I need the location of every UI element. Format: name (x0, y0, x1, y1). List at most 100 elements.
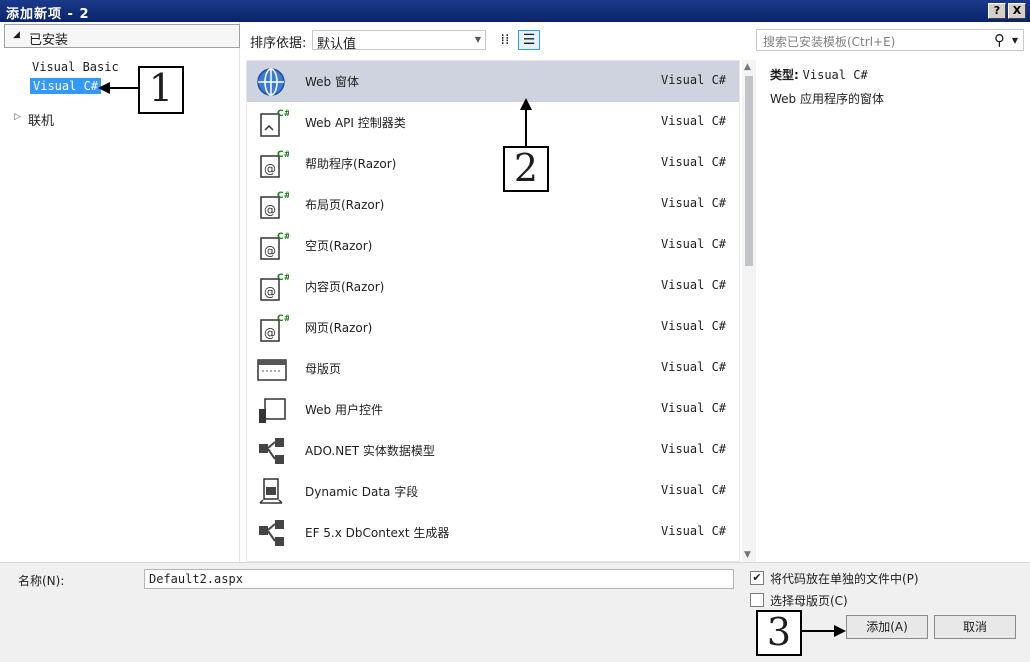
collapse-triangle-icon[interactable]: ▷ (14, 112, 21, 122)
template-row[interactable]: @C# 内容页(Razor) Visual C# (247, 266, 739, 307)
entity-model-icon (255, 434, 289, 468)
sort-label: 排序依据: (250, 36, 307, 51)
search-placeholder: 搜索已安装模板(Ctrl+E) (763, 35, 896, 49)
scroll-thumb[interactable] (745, 76, 753, 266)
template-language: Visual C# (661, 237, 727, 251)
bottom-bar: 名称(N): Default2.aspx ✔ 将代码放在单独的文件中(P) 选择… (0, 562, 1030, 662)
callout-2: 2 (503, 146, 549, 192)
template-row[interactable]: @C# 网页(Razor) Visual C# (247, 307, 739, 348)
template-name: Web 窗体 (305, 75, 359, 89)
webapi-controller-icon: C# (255, 106, 291, 140)
tree-item-online[interactable]: 联机 (28, 110, 54, 129)
template-language: Visual C# (661, 114, 727, 128)
callout-1: 1 (138, 66, 184, 114)
sort-dropdown[interactable]: 默认值 ▼ (312, 30, 486, 52)
template-row[interactable]: 母版页 Visual C# (247, 348, 739, 389)
template-row[interactable]: @C# 空页(Razor) Visual C# (247, 225, 739, 266)
razor-page-icon: @C# (255, 270, 291, 304)
template-language: Visual C# (661, 155, 727, 169)
scroll-down-icon[interactable]: ▼ (744, 550, 751, 560)
template-name: 布局页(Razor) (305, 198, 385, 212)
grid-view-icon[interactable]: ⁞⁞ (494, 30, 516, 50)
razor-page-icon: @C# (255, 311, 291, 345)
template-language: Visual C# (661, 278, 727, 292)
master-page-icon (255, 352, 289, 386)
template-language: Visual C# (661, 442, 727, 456)
template-row[interactable]: @C# 布局页(Razor) Visual C# (247, 184, 739, 225)
svg-text:C#: C# (277, 191, 289, 201)
callout-3: 3 (756, 610, 802, 656)
template-name: 帮助程序(Razor) (305, 157, 397, 171)
name-field[interactable]: Default2.aspx (144, 569, 734, 589)
master-page-checkbox[interactable] (750, 593, 764, 607)
checkmark-icon: ✔ (752, 571, 762, 584)
search-icon[interactable]: ⚲ (994, 31, 1005, 49)
globe-icon (255, 65, 289, 99)
razor-page-icon: @C# (255, 147, 291, 181)
name-label: 名称(N): (18, 574, 65, 588)
tree-item-visual-csharp[interactable]: Visual C# (30, 78, 102, 94)
list-view-icon[interactable]: ☰ (518, 30, 540, 50)
template-language: Visual C# (661, 401, 727, 415)
svg-text:@: @ (264, 326, 276, 340)
dynamic-data-icon (255, 475, 289, 509)
template-language: Visual C# (661, 483, 727, 497)
search-input[interactable]: 搜索已安装模板(Ctrl+E) ⚲ ▼ (756, 29, 1024, 51)
entity-model-icon (255, 516, 289, 550)
svg-text:C#: C# (277, 109, 289, 119)
template-row[interactable]: ADO.NET 实体数据模型 Visual C# (247, 430, 739, 471)
search-dropdown-icon[interactable]: ▼ (1012, 36, 1018, 45)
installed-header[interactable]: ◢ 已安装 (4, 24, 240, 48)
detail-panel: 类型: Visual C# Web 应用程序的窗体 (760, 60, 1026, 560)
template-name: 母版页 (305, 362, 342, 376)
template-list: Web 窗体Visual C#C#Web API 控制器类Visual C#@C… (246, 60, 740, 562)
template-name: Web API 控制器类 (305, 116, 406, 130)
template-name: Web 用户控件 (305, 403, 383, 417)
template-row[interactable]: Web 窗体 Visual C# (247, 61, 739, 102)
detail-description: Web 应用程序的窗体 (770, 92, 884, 106)
expand-triangle-icon: ◢ (13, 30, 20, 40)
window-title: 添加新项 - 2 (6, 7, 90, 22)
template-row[interactable]: EF 5.x DbContext 生成器 Visual C# (247, 512, 739, 553)
dropdown-arrow-icon: ▼ (474, 35, 481, 44)
template-language: Visual C# (661, 360, 727, 374)
svg-text:C#: C# (277, 273, 289, 283)
scroll-up-icon[interactable]: ▲ (744, 62, 751, 72)
template-name: 网页(Razor) (305, 321, 373, 335)
detail-type-label: 类型: (770, 68, 799, 82)
template-language: Visual C# (661, 319, 727, 333)
svg-text:C#: C# (277, 150, 289, 160)
template-name: 空页(Razor) (305, 239, 373, 253)
template-name: ADO.NET 实体数据模型 (305, 444, 435, 458)
add-button[interactable]: 添加(A) (846, 615, 928, 639)
user-control-icon (255, 393, 289, 427)
detail-type-value: Visual C# (802, 68, 868, 82)
svg-text:@: @ (264, 162, 276, 176)
separate-file-label: 将代码放在单独的文件中(P) (770, 572, 919, 586)
separate-file-checkbox[interactable]: ✔ (750, 571, 764, 585)
template-language: Visual C# (661, 196, 727, 210)
cancel-button[interactable]: 取消 (934, 615, 1016, 639)
close-button[interactable]: X (1008, 3, 1026, 19)
svg-text:C#: C# (277, 232, 289, 242)
installed-label: 已安装 (29, 33, 69, 48)
category-panel: ◢ 已安装 Visual Basic Visual C# ▷ 联机 (0, 22, 240, 562)
help-button[interactable]: ? (988, 3, 1006, 19)
title-bar: 添加新项 - 2 ? X (0, 0, 1030, 22)
template-row[interactable]: C# Web API 控制器类 Visual C# (247, 102, 739, 143)
svg-text:@: @ (264, 203, 276, 217)
razor-page-icon: @C# (255, 229, 291, 263)
template-row[interactable]: @C# 帮助程序(Razor) Visual C# (247, 143, 739, 184)
tree-item-visual-basic[interactable]: Visual Basic (32, 60, 119, 74)
razor-page-icon: @C# (255, 188, 291, 222)
svg-text:C#: C# (277, 314, 289, 324)
list-scrollbar[interactable]: ▲ ▼ (742, 60, 756, 562)
sort-value: 默认值 (317, 37, 357, 52)
template-name: Dynamic Data 字段 (305, 485, 419, 499)
svg-text:@: @ (264, 244, 276, 258)
template-row[interactable]: Web 用户控件 Visual C# (247, 389, 739, 430)
template-language: Visual C# (661, 73, 727, 87)
toolbar: 排序依据: 默认值 ▼ ⁞⁞ ☰ (244, 28, 744, 52)
svg-text:@: @ (264, 285, 276, 299)
template-row[interactable]: Dynamic Data 字段 Visual C# (247, 471, 739, 512)
